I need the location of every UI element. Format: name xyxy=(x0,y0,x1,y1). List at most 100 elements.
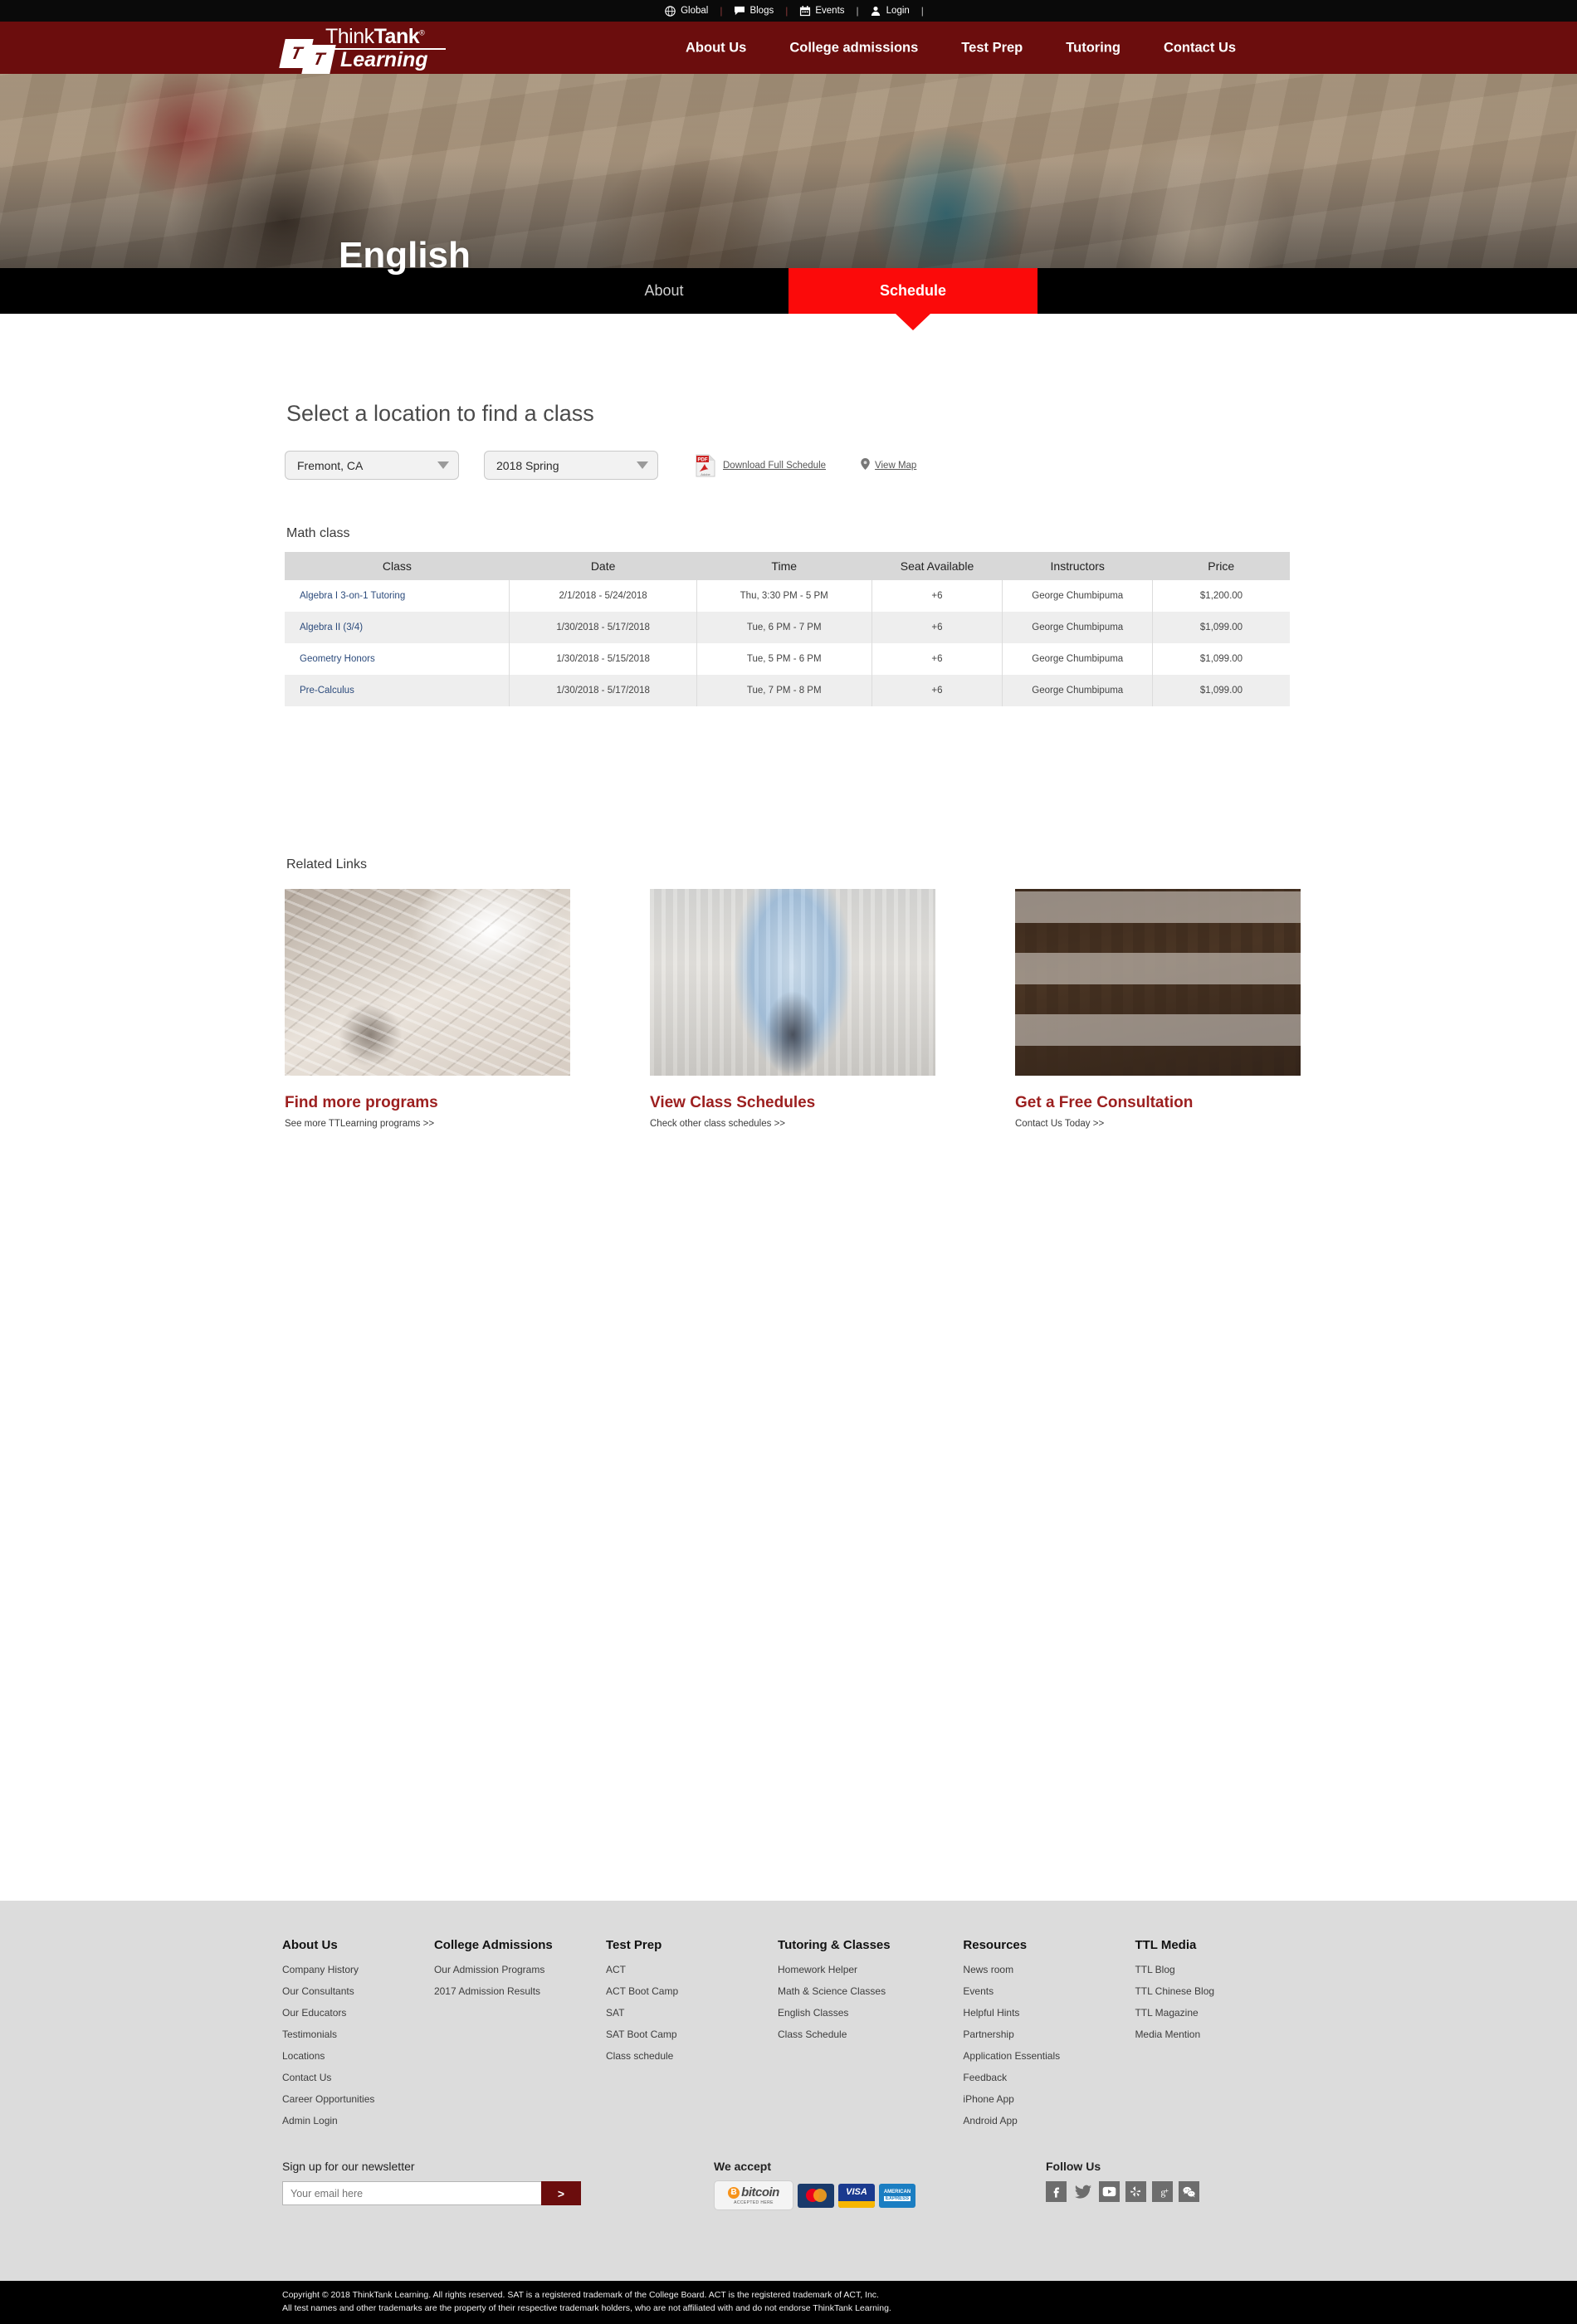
footer-link[interactable]: Application Essentials xyxy=(963,2050,1135,2062)
chevron-down-icon xyxy=(437,461,449,469)
cell-time: Tue, 6 PM - 7 PM xyxy=(696,612,872,643)
footer-link[interactable]: Admin Login xyxy=(282,2115,434,2126)
related-card-find-programs[interactable]: Find more programs See more TTLearning p… xyxy=(285,889,570,1129)
footer-link[interactable]: ACT Boot Camp xyxy=(606,1985,778,1997)
accepted-payments-heading: We accept xyxy=(714,2160,771,2173)
cell-seats: +6 xyxy=(871,675,1003,706)
footer-column-tutoring-classes: Tutoring & Classes Homework Helper Math … xyxy=(778,1938,963,2136)
table-row[interactable]: Algebra I 3-on-1 Tutoring 2/1/2018 - 5/2… xyxy=(285,580,1290,612)
main-content: Select a location to find a class Fremon… xyxy=(0,401,1577,1129)
utility-link-global[interactable]: Global xyxy=(653,5,720,17)
footer-link[interactable]: Contact Us xyxy=(282,2072,434,2083)
cell-date: 1/30/2018 - 5/17/2018 xyxy=(509,675,697,706)
footer-link[interactable]: Homework Helper xyxy=(778,1964,963,1975)
footer-link[interactable]: Android App xyxy=(963,2115,1135,2126)
footer-link[interactable]: TTL Chinese Blog xyxy=(1135,1985,1295,1997)
tab-about[interactable]: About xyxy=(540,268,788,314)
amex-icon: AMERICAN EXPRESS xyxy=(879,2183,915,2208)
footer-link[interactable]: SAT Boot Camp xyxy=(606,2029,778,2040)
footer-link[interactable]: Our Educators xyxy=(282,2007,434,2019)
footer-column-heading: Test Prep xyxy=(605,1938,662,1952)
twitter-icon[interactable] xyxy=(1072,2181,1093,2202)
nav-item-contact-us[interactable]: Contact Us xyxy=(1142,40,1257,56)
copyright-line-1: Copyright © 2018 ThinkTank Learning. All… xyxy=(282,2290,879,2300)
tab-schedule[interactable]: Schedule xyxy=(788,268,1038,314)
related-card-subtext: Contact Us Today >> xyxy=(1015,1119,1105,1129)
table-row[interactable]: Algebra II (3/4) 1/30/2018 - 5/17/2018 T… xyxy=(285,612,1290,643)
footer-link[interactable]: Our Admission Programs xyxy=(434,1964,606,1975)
select-location-heading: Select a location to find a class xyxy=(286,401,594,426)
cell-class-link[interactable]: Pre-Calculus xyxy=(285,675,510,706)
footer-column-test-prep: Test Prep ACT ACT Boot Camp SAT SAT Boot… xyxy=(606,1938,778,2136)
utility-link-login[interactable]: Login xyxy=(859,6,921,17)
cell-price: $1,099.00 xyxy=(1151,675,1290,706)
logo-wordmark-bottom: Learning xyxy=(340,47,428,71)
footer-link[interactable]: Events xyxy=(963,1985,1135,1997)
cell-seats: +6 xyxy=(871,612,1003,643)
utility-link-events[interactable]: Events xyxy=(788,5,856,17)
cell-class-link[interactable]: Algebra II (3/4) xyxy=(285,612,510,643)
site-logo[interactable]: ThinkTank® T T Learning xyxy=(279,24,461,74)
nav-links: About Us College admissions Test Prep Tu… xyxy=(664,40,1257,56)
footer-link[interactable]: Feedback xyxy=(963,2072,1135,2083)
related-card-free-consultation[interactable]: Get a Free Consultation Contact Us Today… xyxy=(1015,889,1301,1129)
footer-link[interactable]: Media Mention xyxy=(1135,2029,1295,2040)
copyright-line-2: All test names and other trademarks are … xyxy=(282,2303,891,2314)
cell-seats: +6 xyxy=(871,580,1003,612)
footer-link[interactable]: TTL Blog xyxy=(1135,1964,1295,1975)
term-select[interactable]: 2018 Spring xyxy=(484,451,658,480)
cell-class-link[interactable]: Geometry Honors xyxy=(285,643,510,675)
cell-date: 1/30/2018 - 5/15/2018 xyxy=(509,643,697,675)
newsletter-email-input[interactable] xyxy=(282,2181,541,2205)
footer-link[interactable]: SAT xyxy=(606,2007,778,2019)
footer-link[interactable]: News room xyxy=(963,1964,1135,1975)
footer-link[interactable]: Math & Science Classes xyxy=(778,1985,963,1997)
footer-link[interactable]: Helpful Hints xyxy=(963,2007,1135,2019)
footer-link[interactable]: Class Schedule xyxy=(778,2029,963,2040)
utility-link-label: Login xyxy=(886,6,910,16)
footer-column-resources: Resources News room Events Helpful Hints… xyxy=(963,1938,1135,2136)
footer-link[interactable]: iPhone App xyxy=(963,2093,1135,2105)
footer-link[interactable]: TTL Magazine xyxy=(1135,2007,1295,2019)
footer-link[interactable]: Our Consultants xyxy=(282,1985,434,1997)
download-full-schedule-link[interactable]: PDF Adobe Download Full Schedule xyxy=(696,454,826,477)
cell-class-link[interactable]: Algebra I 3-on-1 Tutoring xyxy=(285,580,510,612)
nav-item-tutoring[interactable]: Tutoring xyxy=(1044,40,1142,56)
table-row[interactable]: Pre-Calculus 1/30/2018 - 5/17/2018 Tue, … xyxy=(285,675,1290,706)
follow-us: Follow Us g + xyxy=(1046,2160,1295,2202)
google-plus-icon[interactable]: g + xyxy=(1152,2181,1173,2202)
footer-link[interactable]: Class schedule xyxy=(606,2050,778,2062)
cell-time: Thu, 3:30 PM - 5 PM xyxy=(696,580,872,612)
footer-link[interactable]: Partnership xyxy=(963,2029,1135,2040)
class-schedule-table: Class Date Time Seat Available Instructo… xyxy=(285,552,1290,706)
footer-link[interactable]: English Classes xyxy=(778,2007,963,2019)
footer-link[interactable]: Testimonials xyxy=(282,2029,434,2040)
footer-link[interactable]: 2017 Admission Results xyxy=(434,1985,606,1997)
footer-link[interactable]: Locations xyxy=(282,2050,434,2062)
utility-link-label: Events xyxy=(815,6,845,16)
nav-item-college-admissions[interactable]: College admissions xyxy=(768,40,940,56)
footer-link[interactable]: Career Opportunities xyxy=(282,2093,434,2105)
column-header-class: Class xyxy=(285,552,510,580)
wechat-icon[interactable] xyxy=(1179,2181,1199,2202)
yelp-icon[interactable] xyxy=(1125,2181,1146,2202)
footer-link[interactable]: Company History xyxy=(282,1964,434,1975)
footer-link[interactable]: ACT xyxy=(606,1964,778,1975)
related-card-class-schedules[interactable]: View Class Schedules Check other class s… xyxy=(650,889,935,1129)
table-row[interactable]: Geometry Honors 1/30/2018 - 5/15/2018 Tu… xyxy=(285,643,1290,675)
facebook-icon[interactable] xyxy=(1046,2181,1067,2202)
newsletter-submit-button[interactable]: > xyxy=(541,2181,581,2205)
logo-wordmark-top: ThinkTank® xyxy=(325,24,425,48)
logo-mark-t2: T xyxy=(301,44,336,74)
location-select[interactable]: Fremont, CA xyxy=(285,451,459,480)
utility-link-blogs[interactable]: Blogs xyxy=(722,6,785,17)
mastercard-icon xyxy=(798,2183,834,2208)
view-map-link[interactable]: View Map xyxy=(861,458,916,472)
visa-label: VISA xyxy=(846,2187,867,2197)
hero-banner xyxy=(0,74,1577,268)
related-card-subtext: Check other class schedules >> xyxy=(650,1119,786,1129)
nav-item-about-us[interactable]: About Us xyxy=(664,40,768,56)
youtube-icon[interactable] xyxy=(1099,2181,1120,2202)
visa-icon: VISA xyxy=(838,2183,875,2208)
nav-item-test-prep[interactable]: Test Prep xyxy=(940,40,1044,56)
